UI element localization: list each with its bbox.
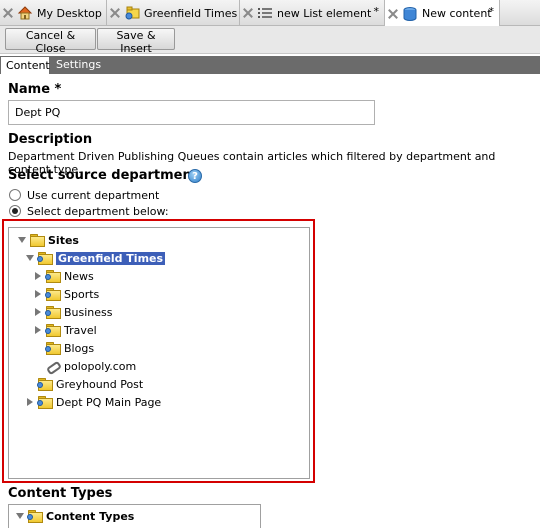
tab-greenfield-times[interactable]: Greenfield Times — [107, 0, 240, 26]
tab-label: new List element — [277, 6, 372, 20]
subtab-bar: Content Settings — [0, 56, 540, 74]
close-icon[interactable] — [3, 8, 13, 18]
department-folder-icon — [45, 305, 61, 319]
close-icon[interactable] — [110, 8, 120, 18]
name-field[interactable] — [8, 100, 375, 125]
toolbar: Cancel & Close Save & Insert — [0, 26, 540, 55]
subtab-content[interactable]: Content — [0, 56, 50, 74]
tree-node-travel[interactable]: Travel — [33, 322, 97, 338]
expand-icon[interactable] — [33, 325, 43, 335]
radio-use-current-label: Use current department — [27, 189, 160, 202]
department-folder-icon — [45, 287, 61, 301]
radio-select-below[interactable] — [9, 205, 21, 217]
list-icon — [257, 5, 273, 21]
link-icon — [45, 359, 61, 373]
department-folder-icon — [45, 323, 61, 337]
department-folder-icon — [45, 341, 61, 355]
expand-icon[interactable] — [17, 235, 27, 245]
modified-indicator: * — [373, 5, 380, 18]
expand-icon[interactable] — [25, 253, 35, 263]
tree-node-business[interactable]: Business — [33, 304, 113, 320]
tab-label: New content — [422, 7, 492, 20]
site-folder-icon — [37, 377, 53, 391]
content-types-heading: Content Types — [8, 486, 113, 501]
database-icon — [402, 6, 418, 22]
expand-icon[interactable] — [33, 307, 43, 317]
tab-new-list-element[interactable]: new List element * — [240, 0, 385, 26]
tree-node-greenfield-times[interactable]: Greenfield Times — [25, 250, 166, 266]
tree-node-dept-pq-main-page[interactable]: Dept PQ Main Page — [25, 394, 161, 410]
department-tree: Sites Greenfield Times News Sports Busin… — [8, 227, 310, 479]
expand-icon[interactable] — [25, 397, 35, 407]
tree-node-sites[interactable]: Sites — [17, 232, 79, 248]
tab-label: My Desktop — [37, 6, 102, 20]
site-folder-icon — [124, 5, 140, 21]
cancel-close-button[interactable]: Cancel & Close — [5, 28, 96, 55]
name-label: Name * — [8, 82, 62, 97]
expand-icon[interactable] — [33, 289, 43, 299]
tree-node-sports[interactable]: Sports — [33, 286, 99, 302]
source-department-heading: Select source department — [8, 168, 198, 183]
radio-use-current[interactable] — [9, 189, 21, 201]
folder-icon — [27, 509, 43, 523]
tab-label: Greenfield Times — [144, 6, 238, 20]
tree-node-content-types[interactable]: Content Types — [15, 508, 134, 524]
tab-new-content[interactable]: New content * — [385, 0, 500, 27]
page-folder-icon — [37, 395, 53, 409]
expand-icon[interactable] — [33, 271, 43, 281]
tree-node-polopoly[interactable]: polopoly.com — [33, 358, 136, 374]
close-icon[interactable] — [388, 9, 398, 19]
close-icon[interactable] — [243, 8, 253, 18]
tab-my-desktop[interactable]: My Desktop — [0, 0, 107, 26]
tree-node-blogs[interactable]: Blogs — [33, 340, 94, 356]
content-types-tree: Content Types — [8, 504, 261, 528]
tab-bar: My Desktop Greenfield Times new List ele… — [0, 0, 540, 27]
help-icon[interactable]: ? — [188, 169, 202, 183]
tree-node-news[interactable]: News — [33, 268, 94, 284]
description-heading: Description — [8, 132, 93, 147]
tree-node-greyhound-post[interactable]: Greyhound Post — [25, 376, 143, 392]
expand-icon[interactable] — [15, 511, 25, 521]
home-icon — [17, 5, 33, 21]
site-folder-icon — [37, 251, 53, 265]
subtab-settings[interactable]: Settings — [51, 56, 106, 74]
radio-select-below-label: Select department below: — [27, 205, 169, 218]
folder-icon — [29, 233, 45, 247]
department-folder-icon — [45, 269, 61, 283]
save-insert-button[interactable]: Save & Insert — [97, 28, 175, 55]
modified-indicator: * — [488, 5, 495, 18]
